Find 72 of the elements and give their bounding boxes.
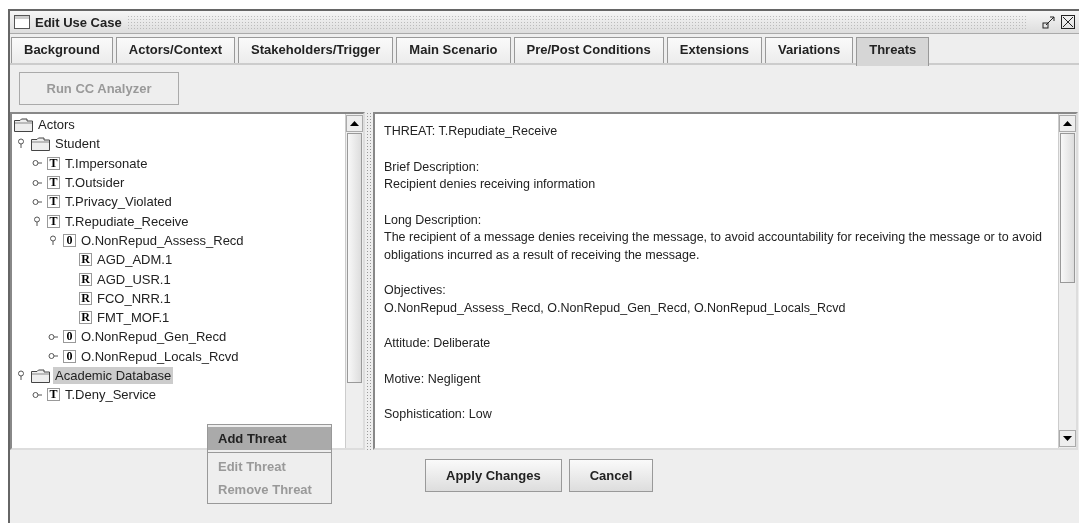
collapsed-handle-icon[interactable] <box>47 352 59 361</box>
menu-item[interactable]: Add Threat <box>208 427 331 450</box>
tree-node[interactable]: Actors <box>36 116 77 134</box>
close-icon[interactable] <box>1061 15 1075 29</box>
detail-text: Recipient denies receiving information <box>384 176 597 193</box>
threat-icon: T <box>47 156 60 170</box>
expanded-handle-icon[interactable] <box>49 234 57 246</box>
requirement-icon: R <box>79 311 92 325</box>
threat-icon: T <box>47 176 60 190</box>
collapsed-handle-icon[interactable] <box>31 390 43 399</box>
scrollbar[interactable] <box>1058 114 1076 448</box>
threat-icon: T <box>47 195 60 209</box>
folder-icon <box>31 368 50 383</box>
detail-text: THREAT: T.Repudiate_Receive <box>384 123 559 140</box>
tab[interactable]: Stakeholders/Trigger <box>238 37 394 63</box>
requirement-icon: R <box>79 253 92 267</box>
expanded-handle-icon[interactable] <box>33 215 41 227</box>
requirement-icon: R <box>79 291 92 305</box>
tree-node[interactable]: T.Repudiate_Receive <box>63 212 191 230</box>
detail-text: Motive: Negligent <box>384 370 482 388</box>
folder-icon <box>14 117 33 132</box>
tree-node[interactable]: T.Impersonate <box>63 154 150 172</box>
window-icon <box>14 15 30 29</box>
tree-node[interactable]: Student <box>53 135 102 153</box>
detail-text: The recipient of a message denies receiving the message, to avoid accountability for receiving the message or to avoid obligations incurred as a result of receiving the message. <box>384 229 1043 264</box>
collapsed-handle-icon[interactable] <box>47 332 59 341</box>
tree-node[interactable]: AGD_ADM.1 <box>95 251 175 269</box>
threat-icon: T <box>47 214 60 228</box>
scroll-thumb[interactable] <box>347 133 362 383</box>
requirement-icon: R <box>79 272 92 286</box>
dialog-button[interactable]: Apply Changes <box>425 459 562 492</box>
tab[interactable]: Main Scenario <box>396 37 511 63</box>
collapsed-handle-icon[interactable] <box>31 178 43 187</box>
tree-node[interactable]: T.Deny_Service <box>63 386 159 404</box>
expanded-handle-icon[interactable] <box>17 370 25 381</box>
tree-node[interactable]: FCO_NRR.1 <box>95 289 173 307</box>
scroll-down-icon[interactable] <box>1059 430 1076 447</box>
objective-icon: 0 <box>63 330 76 344</box>
tree-node[interactable]: O.NonRepud_Locals_Rcvd <box>79 347 241 365</box>
folder-icon <box>31 136 50 151</box>
tab[interactable]: Pre/Post Conditions <box>513 37 664 63</box>
tree-node[interactable]: T.Outsider <box>63 174 127 192</box>
detail-text: O.NonRepud_Assess_Recd, O.NonRepud_Gen_Recd, O.NonRepud_Locals_Rcvd <box>384 299 847 317</box>
dialog-button[interactable]: Cancel <box>568 459 654 492</box>
detail-text: Brief Description: <box>384 158 481 176</box>
objective-icon: 0 <box>63 233 76 247</box>
tab[interactable]: Background <box>11 37 113 63</box>
detail-text: Attitude: Deliberate <box>384 335 492 352</box>
objective-icon: 0 <box>63 349 76 363</box>
scrollbar[interactable] <box>345 114 363 448</box>
tree-node[interactable]: AGD_USR.1 <box>95 270 173 288</box>
detail-text: Sophistication: Low <box>384 406 493 423</box>
window-title: Edit Use Case <box>35 14 122 30</box>
tree-node[interactable]: T.Privacy_Violated <box>63 193 174 211</box>
expanded-handle-icon[interactable] <box>17 138 25 150</box>
tree-node[interactable]: Academic Database <box>53 367 174 384</box>
maximize-icon[interactable] <box>1042 15 1056 29</box>
threat-icon: T <box>47 388 60 402</box>
scroll-up-icon[interactable] <box>346 115 363 132</box>
scroll-thumb[interactable] <box>1060 133 1075 283</box>
tree-node[interactable]: O.NonRepud_Gen_Recd <box>79 328 229 346</box>
collapsed-handle-icon[interactable] <box>31 197 43 206</box>
detail-text: Long Description: <box>384 211 483 229</box>
detail-text: Objectives: <box>384 282 447 299</box>
tab[interactable]: Threats <box>856 37 930 66</box>
collapsed-handle-icon[interactable] <box>31 159 43 168</box>
tree-node[interactable]: O.NonRepud_Assess_Recd <box>79 231 246 249</box>
scroll-up-icon[interactable] <box>1059 115 1076 132</box>
tab[interactable]: Extensions <box>666 37 763 63</box>
tree-node[interactable]: FMT_MOF.1 <box>95 309 172 327</box>
tab[interactable]: Variations <box>765 37 854 63</box>
tab[interactable]: Actors/Context <box>115 37 236 63</box>
